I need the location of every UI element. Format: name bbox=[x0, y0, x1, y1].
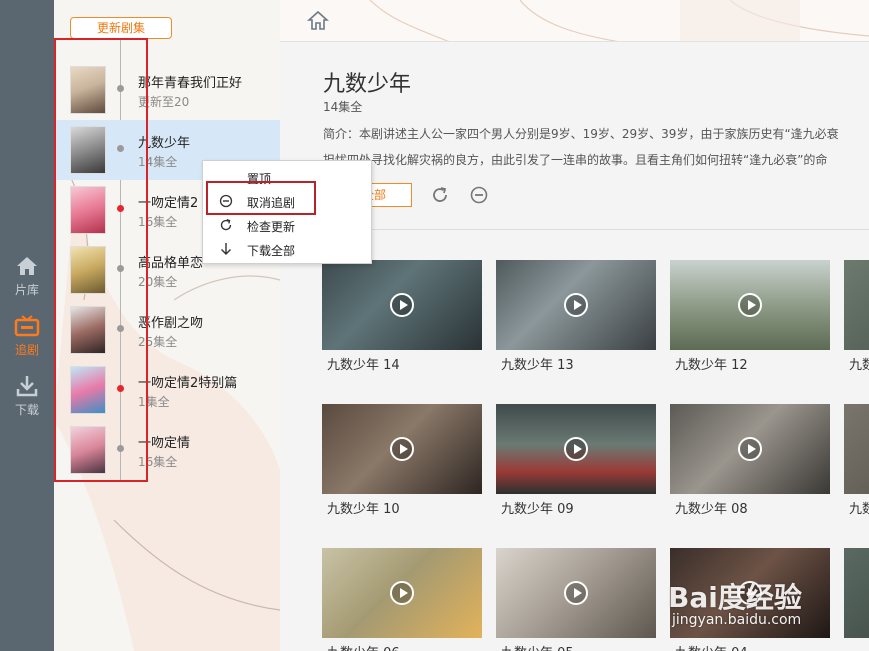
arrow-down-icon bbox=[221, 243, 231, 255]
episode-label: 九数少年 06 bbox=[322, 642, 482, 651]
episode-card[interactable]: 九数 bbox=[844, 404, 869, 517]
unfollow-button[interactable] bbox=[469, 185, 489, 205]
episode-label: 九数少年 10 bbox=[327, 502, 400, 517]
episode-label: 九数少年 04 bbox=[670, 642, 830, 651]
menu-item-check-update[interactable]: 检查更新 bbox=[203, 213, 373, 237]
followed-shows-panel: 更新剧集 那年青春我们正好 更新至20 九数少年 14集全 一吻定情2 16集全… bbox=[54, 0, 280, 651]
episode-card[interactable]: 九数少年 06 bbox=[322, 548, 482, 651]
episode-thumbnail bbox=[322, 548, 482, 638]
play-icon bbox=[390, 437, 414, 461]
play-icon bbox=[390, 581, 414, 605]
episode-card[interactable]: 九数少年 09 bbox=[496, 404, 656, 517]
episode-thumbnail bbox=[844, 260, 869, 350]
menu-item-label: 下载全部 bbox=[247, 244, 296, 258]
episode-label: 九数少年 14 bbox=[327, 358, 400, 373]
play-icon bbox=[738, 293, 762, 317]
refresh-icon bbox=[220, 218, 232, 231]
watermark-url: jingyan.baidu.com bbox=[672, 612, 802, 628]
episode-thumbnail bbox=[844, 404, 869, 494]
show-title-heading: 九数少年 bbox=[323, 72, 412, 97]
synopsis-line: 担忧四处寻找化解灾祸的良方，由此引发了一连串的故事。且看主角们如何扭转“逢九必衰… bbox=[323, 153, 828, 167]
episode-card[interactable]: 九数少年 12 bbox=[670, 260, 830, 373]
episode-count: 14集全 bbox=[323, 100, 363, 114]
episode-card[interactable]: 九数少年 05 bbox=[496, 548, 656, 651]
episode-label: 九数少年 13 bbox=[501, 358, 574, 373]
annotation-highlight-box bbox=[206, 181, 316, 215]
episode-card[interactable]: 九数 bbox=[844, 260, 869, 373]
watermark-brand: Bai度经验 bbox=[668, 581, 802, 614]
menu-item-download-all[interactable]: 下载全部 bbox=[203, 237, 373, 261]
play-icon bbox=[564, 437, 588, 461]
episode-label: 九数少年 08 bbox=[675, 502, 748, 517]
baidu-jingyan-watermark: Bai度经验 jingyan.baidu.com bbox=[668, 576, 868, 632]
rail-item-follow[interactable]: 追剧 bbox=[0, 308, 54, 364]
episode-label: 九数少年 05 bbox=[496, 642, 656, 651]
episode-label: 九数少年 09 bbox=[501, 502, 574, 517]
episode-thumbnail bbox=[496, 548, 656, 638]
section-divider bbox=[323, 229, 869, 230]
download-icon bbox=[14, 374, 40, 398]
home-icon bbox=[306, 10, 330, 30]
episode-label: 九数少年 12 bbox=[675, 358, 748, 373]
home-button[interactable] bbox=[306, 10, 330, 32]
episode-card[interactable]: 九数少年 13 bbox=[496, 260, 656, 373]
main-detail: 九数少年 14集全 简介：本剧讲述主人公一家四个男人分别是9岁、19岁、29岁、… bbox=[280, 0, 869, 651]
home-icon bbox=[14, 254, 40, 278]
menu-item-label: 检查更新 bbox=[247, 220, 296, 234]
episode-thumbnail bbox=[496, 260, 656, 350]
show-title: 一吻定情2特别篇 bbox=[138, 376, 238, 391]
synopsis-line: 简介：本剧讲述主人公一家四个男人分别是9岁、19岁、29岁、39岁，由于家族历史… bbox=[323, 127, 839, 141]
play-icon bbox=[390, 293, 414, 317]
show-title: 那年青春我们正好 bbox=[138, 76, 243, 91]
header-illustration bbox=[369, 0, 869, 41]
episode-label: 九数 bbox=[849, 502, 869, 517]
play-icon bbox=[564, 581, 588, 605]
play-icon bbox=[738, 437, 762, 461]
refresh-icon bbox=[433, 187, 447, 202]
episode-card[interactable]: 九数少年 08 bbox=[670, 404, 830, 517]
play-icon bbox=[564, 293, 588, 317]
update-episodes-tab[interactable]: 更新剧集 bbox=[70, 17, 172, 39]
annotation-highlight-box bbox=[54, 38, 148, 482]
top-bar bbox=[280, 0, 869, 42]
left-rail: 片库 追剧 下载 bbox=[0, 0, 54, 651]
rail-item-label: 追剧 bbox=[14, 343, 39, 357]
refresh-button[interactable] bbox=[430, 185, 450, 205]
rail-item-download[interactable]: 下载 bbox=[0, 368, 54, 424]
episode-thumbnail bbox=[322, 404, 482, 494]
rail-item-label: 片库 bbox=[14, 283, 39, 297]
episode-card[interactable]: 九数少年 10 bbox=[322, 404, 482, 517]
episode-thumbnail bbox=[670, 404, 830, 494]
episode-label: 九数 bbox=[849, 358, 869, 373]
minus-circle-icon bbox=[470, 186, 488, 204]
tv-icon bbox=[14, 314, 40, 338]
episode-thumbnail bbox=[496, 404, 656, 494]
episode-card[interactable]: 九数少年 14 bbox=[322, 260, 482, 373]
episode-thumbnail bbox=[670, 260, 830, 350]
rail-item-library[interactable]: 片库 bbox=[0, 248, 54, 304]
rail-item-label: 下载 bbox=[14, 403, 39, 417]
episode-thumbnail bbox=[322, 260, 482, 350]
